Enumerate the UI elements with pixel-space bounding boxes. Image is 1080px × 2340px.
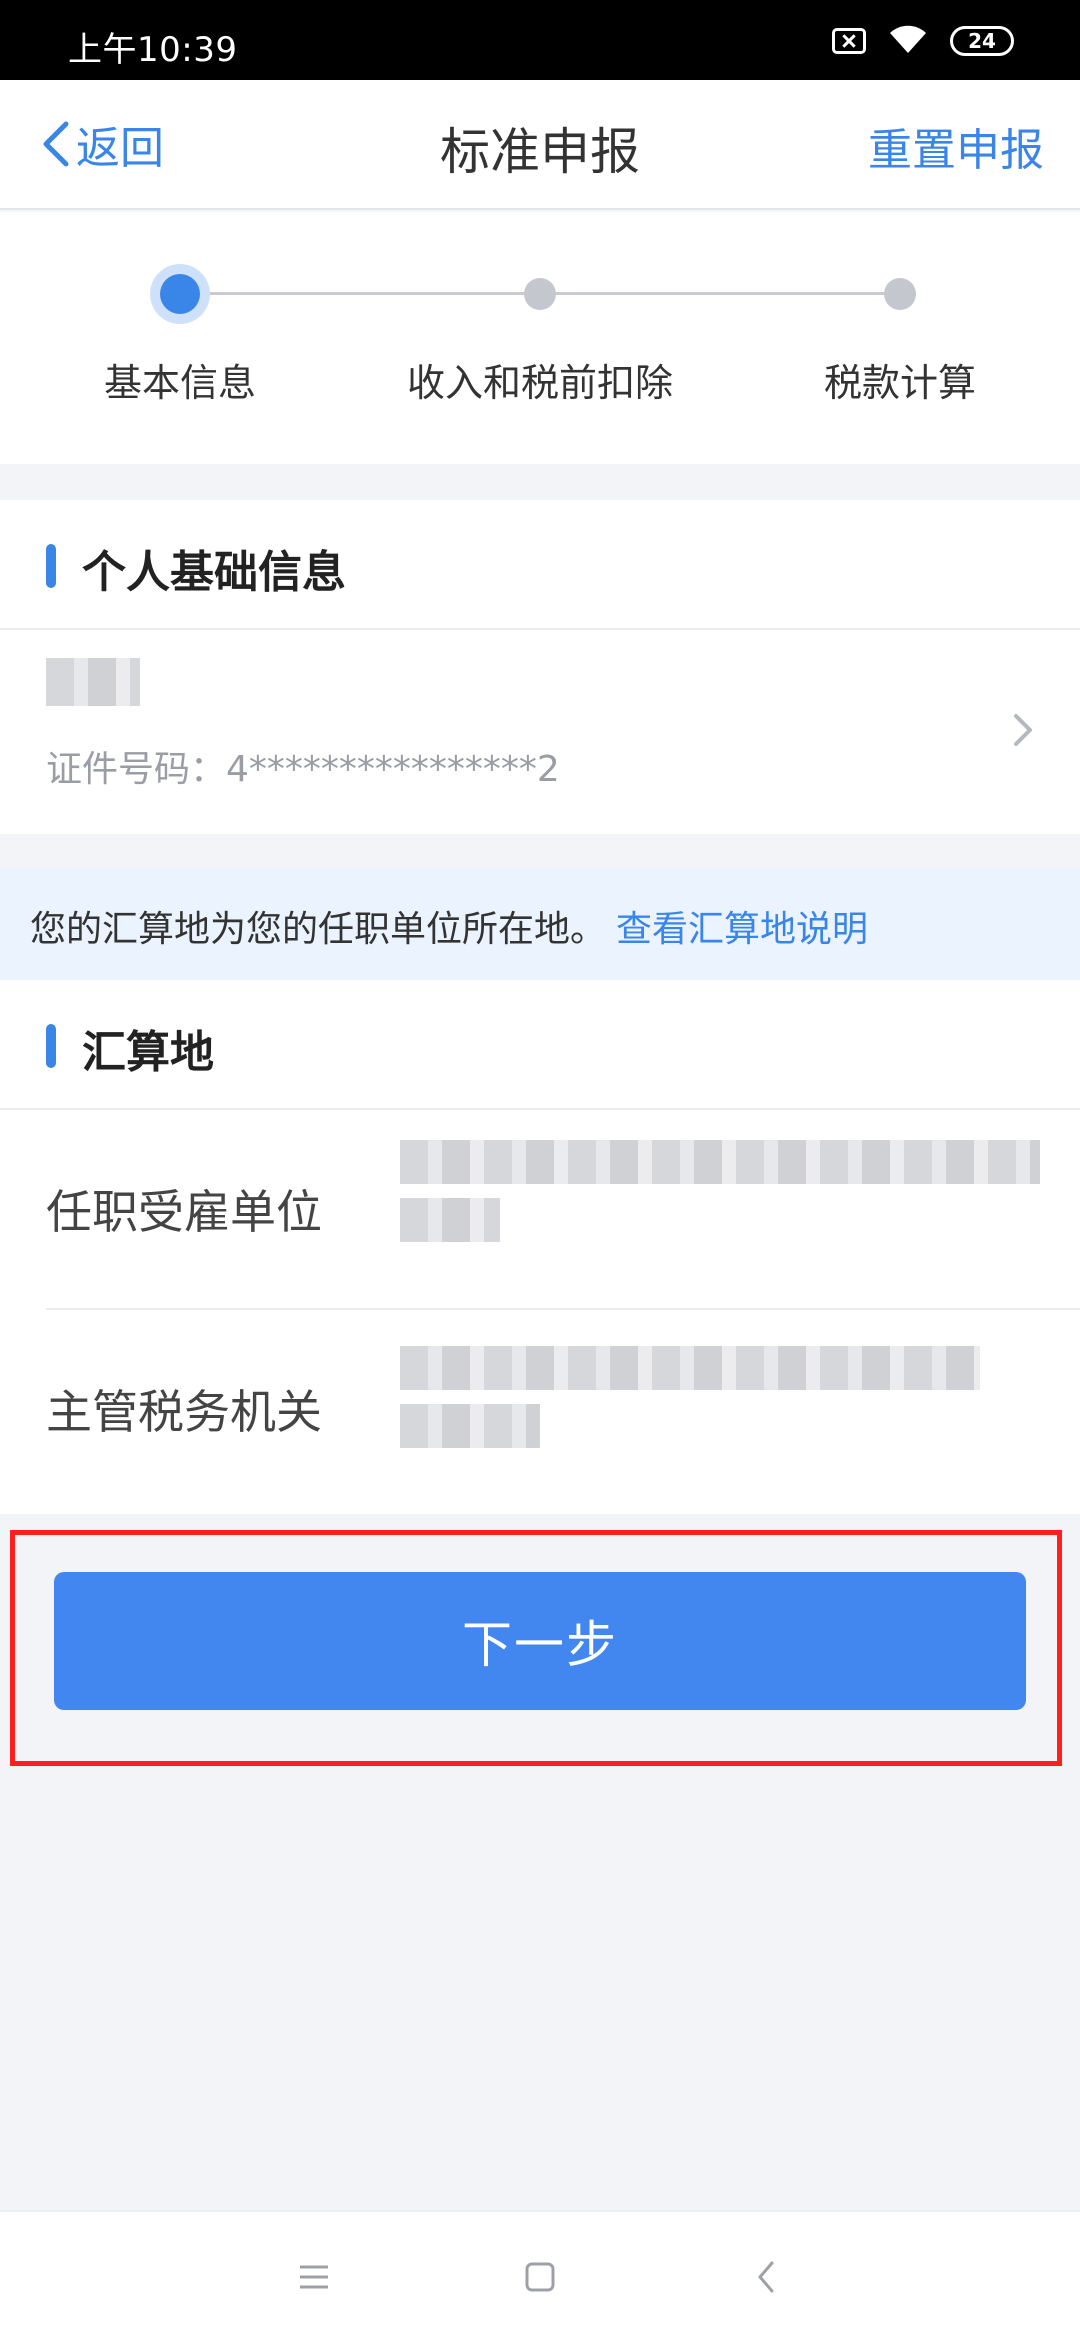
- reset-button[interactable]: 重置申报: [868, 114, 1044, 178]
- id-number: 证件号码：4****************2: [46, 740, 560, 792]
- progress-stepper: 基本信息 收入和税前扣除 税款计算: [0, 212, 1080, 464]
- name-redacted: [46, 658, 140, 706]
- step-1-label: 基本信息: [103, 361, 256, 405]
- section-title: 汇算地: [82, 1027, 214, 1078]
- employer-label: 任职受雇单位: [46, 1185, 322, 1239]
- notice-banner: 您的汇算地为您的任职单位所在地。 查看汇算地说明: [0, 868, 1080, 980]
- status-icons: 24: [832, 22, 1014, 60]
- notice-message: 您的汇算地为您的任职单位所在地。: [30, 909, 607, 950]
- personal-info-section: 个人基础信息 证件号码：4****************2: [0, 500, 1080, 834]
- menu-icon[interactable]: [284, 2252, 344, 2302]
- status-time: 上午10:39: [68, 30, 238, 70]
- tax-authority-label: 主管税务机关: [46, 1385, 322, 1439]
- personal-info-row[interactable]: 证件号码：4****************2: [0, 630, 1080, 830]
- employer-row: 任职受雇单位: [0, 1110, 1080, 1310]
- tax-authority-value-redacted: [400, 1404, 540, 1448]
- step-3-label: 税款计算: [823, 361, 976, 405]
- settlement-info-link[interactable]: 查看汇算地说明: [616, 909, 868, 950]
- notice-text: 您的汇算地为您的任职单位所在地。 查看汇算地说明: [30, 900, 868, 952]
- status-bar: 上午10:39 24: [0, 0, 1080, 80]
- step-1-dot: [160, 274, 200, 314]
- employer-value-redacted: [400, 1198, 500, 1242]
- no-sim-icon: [832, 28, 866, 54]
- battery-icon: 24: [950, 26, 1014, 56]
- chevron-right-icon: [1014, 714, 1032, 746]
- step-connector: [540, 292, 900, 295]
- system-nav-bar: [0, 2210, 1080, 2340]
- step-2-label: 收入和税前扣除: [406, 361, 673, 405]
- settlement-section: 汇算地 任职受雇单位 主管税务机关: [0, 980, 1080, 1514]
- employer-value-redacted: [400, 1140, 1040, 1184]
- section-header: 汇算地: [0, 980, 1080, 1110]
- id-label: 证件号码：: [46, 749, 227, 790]
- section-accent-bar: [46, 544, 56, 588]
- back-nav-icon[interactable]: [736, 2252, 796, 2302]
- step-connector: [180, 292, 540, 295]
- section-accent-bar: [46, 1024, 56, 1068]
- section-header: 个人基础信息: [0, 500, 1080, 630]
- tax-authority-value-redacted: [400, 1346, 980, 1390]
- wifi-icon: [888, 23, 928, 59]
- step-3-dot: [884, 278, 916, 310]
- step-2-dot: [524, 278, 556, 310]
- tax-authority-row: 主管税务机关: [0, 1310, 1080, 1510]
- next-step-button[interactable]: 下一步: [54, 1572, 1026, 1710]
- id-value: 4****************2: [226, 749, 560, 790]
- nav-bar: 返回 标准申报 重置申报: [0, 80, 1080, 210]
- home-icon[interactable]: [510, 2252, 570, 2302]
- section-title: 个人基础信息: [82, 547, 346, 598]
